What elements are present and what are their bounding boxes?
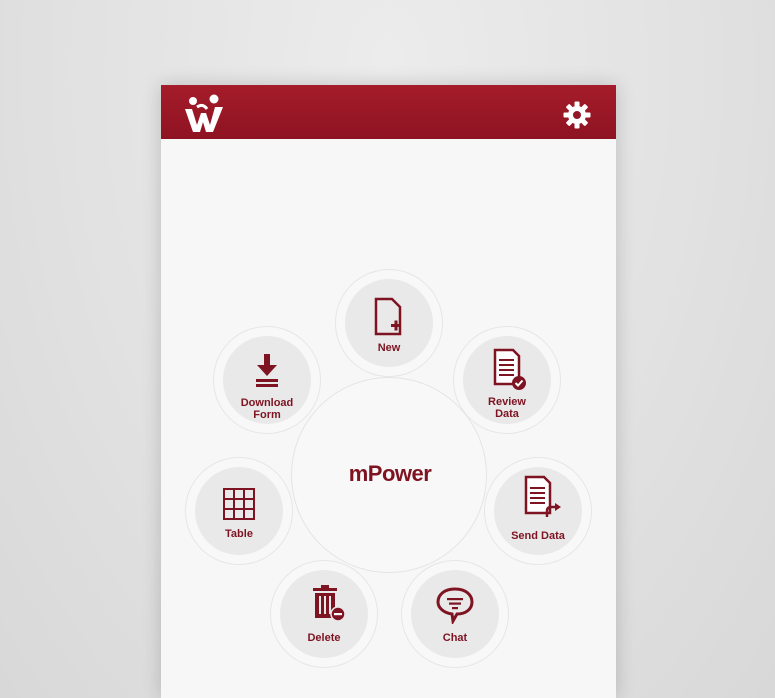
download-form-button[interactable]: Download Form [223, 336, 311, 424]
download-form-label: Download Form [240, 397, 294, 421]
gear-icon[interactable] [561, 99, 593, 131]
chat-label: Chat [442, 632, 468, 644]
new-document-icon [374, 297, 402, 336]
new-button[interactable]: New [345, 279, 433, 367]
send-data-label: Send Data [511, 530, 565, 542]
app-bar [161, 85, 616, 139]
brand-logo-text: mPower [348, 461, 432, 486]
chat-bubble-icon [436, 587, 474, 624]
phone-screen: New Download Form Review Data Table Send… [161, 85, 616, 698]
download-icon [256, 354, 278, 387]
send-data-button[interactable]: Send Data [494, 467, 582, 555]
brand-hub: mPower [291, 377, 487, 573]
delete-label: Delete [307, 632, 341, 644]
mpower-logo-icon[interactable] [183, 93, 225, 133]
review-document-check-icon [493, 348, 526, 390]
trash-icon [313, 585, 346, 622]
review-data-button[interactable]: Review Data [463, 336, 551, 424]
send-document-icon [524, 475, 561, 517]
table-button[interactable]: Table [195, 467, 283, 555]
new-label: New [377, 342, 401, 354]
chat-button[interactable]: Chat [411, 570, 499, 658]
table-label: Table [225, 528, 253, 540]
table-grid-icon [223, 488, 255, 520]
delete-button[interactable]: Delete [280, 570, 368, 658]
review-data-label: Review Data [488, 396, 526, 420]
